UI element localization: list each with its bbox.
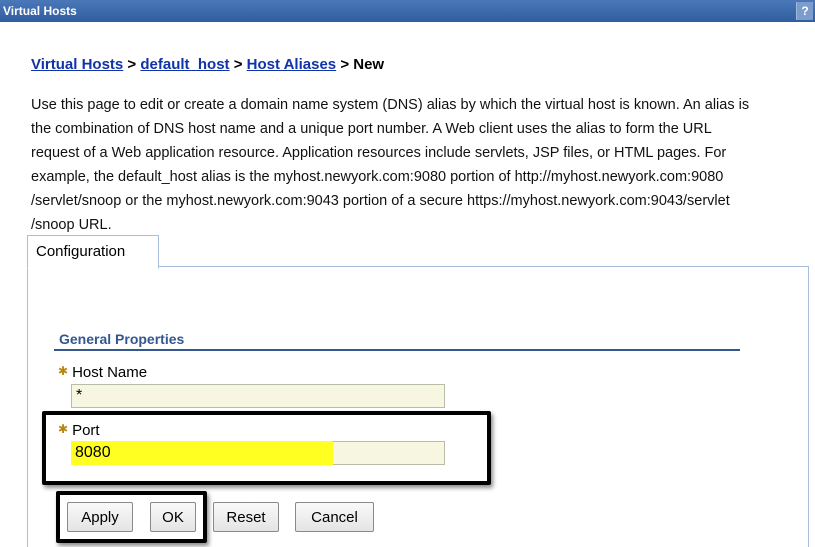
page-description: Use this page to edit or create a domain… [31,93,806,237]
reset-button[interactable]: Reset [213,502,279,532]
breadcrumb: Virtual Hosts > default_host > Host Alia… [31,56,384,73]
host-name-label-text: Host Name [72,364,148,381]
section-heading-general-properties: General Properties [59,331,185,347]
help-icon[interactable]: ? [796,2,813,20]
section-divider [54,349,740,351]
window-title: Virtual Hosts [3,4,77,18]
breadcrumb-link-virtual-hosts[interactable]: Virtual Hosts [31,56,123,73]
breadcrumb-current: New [353,56,385,73]
apply-button[interactable]: Apply [67,502,133,532]
ok-button[interactable]: OK [150,502,196,532]
breadcrumb-separator: > [233,56,243,73]
window-title-bar: Virtual Hosts ? [0,0,815,22]
breadcrumb-separator: > [127,56,137,73]
description-line: the combination of DNS host name and a u… [31,121,712,137]
description-line: request of a Web application resource. A… [31,145,727,161]
cancel-button[interactable]: Cancel [295,502,374,532]
description-line: Use this page to edit or create a domain… [31,97,750,113]
description-line: /snoop URL. [31,217,112,233]
breadcrumb-link-default-host[interactable]: default_host [140,56,229,73]
description-line: example, the default_host alias is the m… [31,169,724,185]
host-name-input[interactable] [71,384,445,408]
host-name-label: ✱ Host Name [58,364,147,381]
port-annotation-box [42,411,491,485]
required-icon: ✱ [58,364,69,378]
description-line: /servlet/snoop or the myhost.newyork.com… [31,193,730,209]
tab-configuration[interactable]: Configuration [27,235,159,269]
breadcrumb-link-host-aliases[interactable]: Host Aliases [247,56,336,73]
breadcrumb-separator: > [340,56,350,73]
